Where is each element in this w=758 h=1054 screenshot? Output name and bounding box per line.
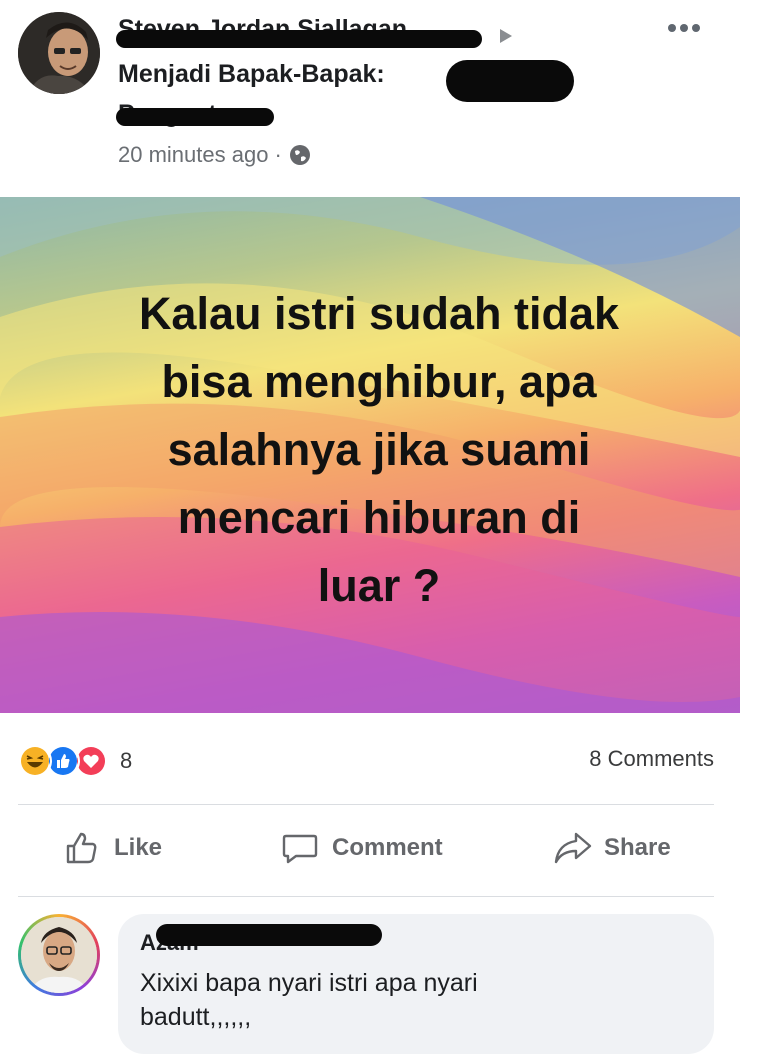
divider: [18, 896, 714, 897]
group-name[interactable]: Menjadi Bapak-Bapak:: [118, 58, 385, 90]
comment-bubble-icon: [282, 834, 318, 864]
timestamp[interactable]: 20 minutes ago: [118, 142, 268, 168]
commenter-avatar-photo: [21, 917, 97, 993]
comment-button[interactable]: Comment: [280, 828, 443, 868]
like-button[interactable]: Like: [62, 828, 162, 868]
meta-separator: ·: [274, 142, 282, 167]
comment-text: Xixixi bapa nyari istri apa nyari badutt…: [140, 969, 478, 1031]
author-avatar-image: [18, 12, 100, 94]
share-arrow-icon: [554, 832, 592, 864]
redaction-mark: [156, 924, 382, 946]
divider: [18, 804, 714, 805]
reactions-summary[interactable]: 8: [18, 744, 132, 778]
reaction-count: 8: [120, 748, 133, 773]
globe-icon: [289, 145, 310, 165]
more-options-icon[interactable]: [664, 16, 704, 40]
like-label: Like: [114, 834, 163, 861]
redaction-mark: [116, 30, 482, 48]
post-meta: 20 minutes ago ·: [118, 142, 312, 168]
comments-count[interactable]: 8 Comments: [589, 746, 714, 772]
redaction-mark: [446, 60, 574, 102]
author-avatar[interactable]: [18, 12, 100, 94]
post-text: Kalau istri sudah tidak bisa menghibur, …: [138, 288, 620, 611]
share-label: Share: [604, 834, 671, 861]
redaction-mark: [116, 108, 274, 126]
commenter-avatar[interactable]: [18, 914, 100, 996]
commenter-avatar-image: [21, 917, 97, 993]
thumbs-up-icon: [66, 832, 97, 864]
haha-reaction-icon: [18, 744, 52, 778]
triangle-arrow-icon: [500, 29, 512, 43]
share-button[interactable]: Share: [552, 828, 671, 868]
comment-label: Comment: [332, 834, 443, 861]
